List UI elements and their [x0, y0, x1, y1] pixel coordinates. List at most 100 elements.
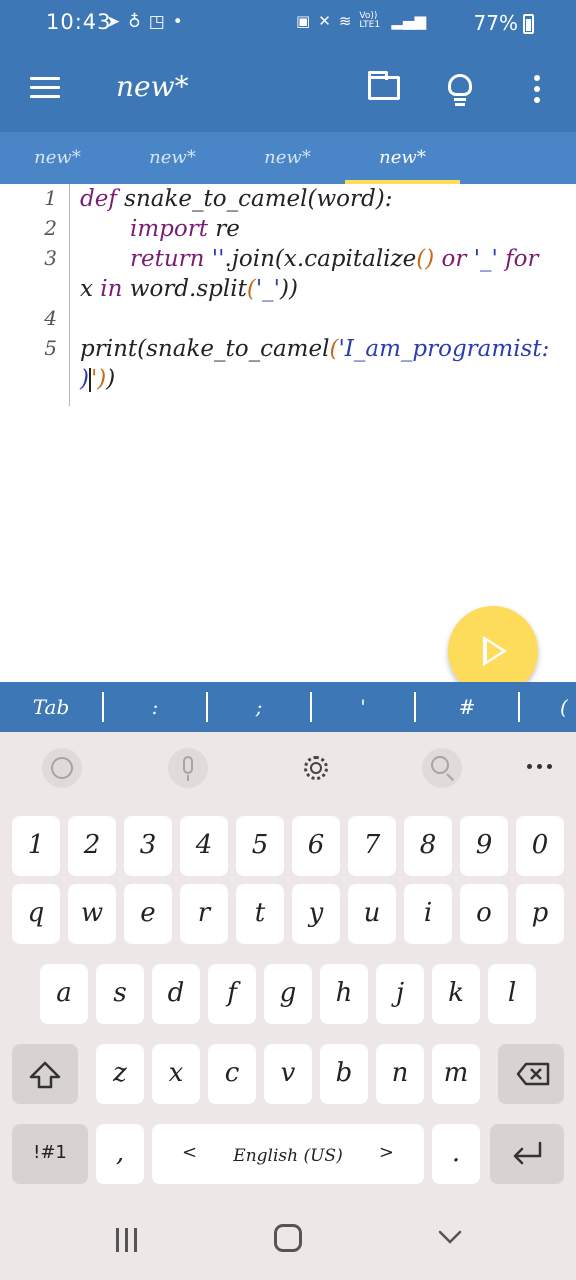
key-0[interactable]: 0 — [516, 816, 564, 876]
key-i[interactable]: i — [404, 884, 452, 944]
shortcut-bar: Tab : ; ' # ( — [0, 682, 576, 732]
shortcut-semicolon[interactable]: ; — [208, 682, 310, 732]
key-n[interactable]: n — [376, 1044, 424, 1104]
status-right-icons: ▣ ✕ ≋ Vo)) LTE1 ▂▄▆ — [296, 11, 426, 31]
backspace-icon — [516, 1062, 550, 1086]
tab-4-active[interactable]: new* — [345, 132, 460, 184]
play-icon — [483, 636, 507, 666]
symbols-key[interactable]: !#1 — [12, 1124, 88, 1184]
shift-icon — [29, 1061, 61, 1089]
recents-icon[interactable] — [114, 1228, 140, 1252]
key-f[interactable]: f — [208, 964, 256, 1024]
search-icon[interactable] — [422, 748, 462, 788]
code-line-3: return ''.join(x.capitalize() or '_' for — [130, 246, 539, 272]
period-key[interactable]: . — [432, 1124, 480, 1184]
battery-icon — [523, 14, 534, 34]
back-chevron-icon[interactable] — [438, 1224, 462, 1248]
code-line-2: import re — [130, 216, 240, 242]
shortcut-colon[interactable]: : — [104, 682, 206, 732]
key-e[interactable]: e — [124, 884, 172, 944]
folder-icon[interactable] — [368, 71, 400, 100]
network-label: Vo)) LTE1 — [359, 11, 381, 30]
line-number: 1 — [44, 186, 57, 210]
microphone-icon[interactable] — [168, 748, 208, 788]
enter-key[interactable] — [490, 1124, 564, 1184]
line-number: 5 — [44, 336, 57, 360]
key-y[interactable]: y — [292, 884, 340, 944]
key-c[interactable]: c — [208, 1044, 256, 1104]
status-time: 10:43 — [46, 10, 112, 34]
key-v[interactable]: v — [264, 1044, 312, 1104]
key-p[interactable]: p — [516, 884, 564, 944]
code-line-3-wrap: x in word.split('_')) — [80, 276, 298, 302]
keyboard-toolbar — [0, 732, 576, 804]
key-m[interactable]: m — [432, 1044, 480, 1104]
home-icon[interactable] — [274, 1224, 302, 1252]
code-line-5: print(snake_to_camel('I_am_programist: — [80, 336, 550, 362]
key-s[interactable]: s — [96, 964, 144, 1024]
more-options-icon[interactable] — [534, 75, 540, 103]
key-t[interactable]: t — [236, 884, 284, 944]
space-key[interactable]: < English (US) > — [152, 1124, 424, 1184]
key-r[interactable]: r — [180, 884, 228, 944]
menu-icon[interactable] — [30, 77, 60, 99]
signal-icon: ▂▄▆ — [391, 12, 426, 30]
wifi-icon: ≋ — [338, 12, 352, 30]
key-3[interactable]: 3 — [124, 816, 172, 876]
key-w[interactable]: w — [68, 884, 116, 944]
key-k[interactable]: k — [432, 964, 480, 1024]
sim-icon: ▣ — [296, 12, 311, 30]
tab-2[interactable]: new* — [115, 132, 230, 184]
mute-icon: ✕ — [318, 12, 331, 30]
file-tabs: new* new* new* new* — [0, 132, 576, 184]
settings-gear-icon[interactable] — [296, 748, 336, 788]
tab-1[interactable]: new* — [0, 132, 115, 184]
battery-text: 77% — [473, 11, 518, 35]
key-z[interactable]: z — [96, 1044, 144, 1104]
space-right-arrow: > — [378, 1142, 394, 1163]
app-icon: ♁ — [128, 12, 141, 32]
key-4[interactable]: 4 — [180, 816, 228, 876]
key-2[interactable]: 2 — [68, 816, 116, 876]
key-x[interactable]: x — [152, 1044, 200, 1104]
key-7[interactable]: 7 — [348, 816, 396, 876]
key-6[interactable]: 6 — [292, 816, 340, 876]
key-j[interactable]: j — [376, 964, 424, 1024]
space-left-arrow: < — [182, 1142, 198, 1163]
shortcut-quote[interactable]: ' — [312, 682, 414, 732]
app-toolbar: new* — [0, 44, 576, 132]
key-l[interactable]: l — [488, 964, 536, 1024]
shortcut-hash[interactable]: # — [416, 682, 518, 732]
line-number: 2 — [44, 216, 57, 240]
key-d[interactable]: d — [152, 964, 200, 1024]
code-line-5-wrap: )')) — [80, 366, 116, 392]
system-nav-bar — [0, 1196, 576, 1280]
backspace-key[interactable] — [498, 1044, 564, 1104]
key-u[interactable]: u — [348, 884, 396, 944]
key-h[interactable]: h — [320, 964, 368, 1024]
key-8[interactable]: 8 — [404, 816, 452, 876]
key-5[interactable]: 5 — [236, 816, 284, 876]
tab-3[interactable]: new* — [230, 132, 345, 184]
shortcut-tab[interactable]: Tab — [20, 682, 82, 732]
comma-key[interactable]: , — [96, 1124, 144, 1184]
shortcut-paren[interactable]: ( — [560, 682, 576, 732]
key-o[interactable]: o — [460, 884, 508, 944]
status-bar: 10:43 ➤ ♁ ◳ • ▣ ✕ ≋ Vo)) LTE1 ▂▄▆ 77% — [0, 0, 576, 44]
lightbulb-icon[interactable] — [448, 74, 472, 106]
line-number: 4 — [44, 306, 57, 330]
key-b[interactable]: b — [320, 1044, 368, 1104]
notification-icon: ◳ — [148, 12, 165, 32]
shift-key[interactable] — [12, 1044, 78, 1104]
key-9[interactable]: 9 — [460, 816, 508, 876]
on-screen-keyboard: 1 2 3 4 5 6 7 8 9 0 q w e r t y u i o p … — [0, 732, 576, 1196]
code-line-1: def snake_to_camel(word): — [80, 186, 393, 212]
key-q[interactable]: q — [12, 884, 60, 944]
line-number: 3 — [44, 246, 57, 270]
key-1[interactable]: 1 — [12, 816, 60, 876]
key-g[interactable]: g — [264, 964, 312, 1024]
dot-icon: • — [172, 12, 183, 32]
keyboard-more-icon[interactable] — [527, 764, 555, 770]
key-a[interactable]: a — [40, 964, 88, 1024]
emoji-icon[interactable] — [42, 748, 82, 788]
